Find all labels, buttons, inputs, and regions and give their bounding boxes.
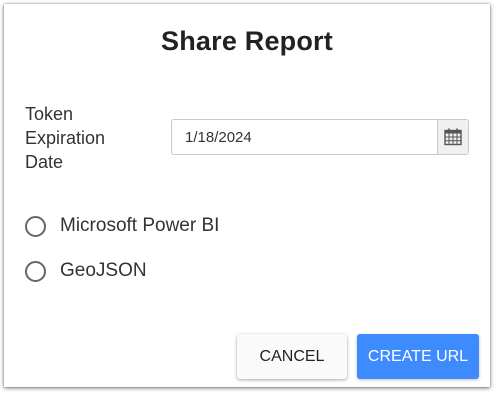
- calendar-button[interactable]: [437, 120, 468, 154]
- radio-label-power-bi: Microsoft Power BI: [60, 215, 220, 236]
- label-line-3: Date: [25, 152, 64, 172]
- dialog-title: Share Report: [161, 26, 333, 56]
- format-option-power-bi[interactable]: Microsoft Power BI: [25, 213, 219, 239]
- radio-geojson[interactable]: [25, 260, 46, 282]
- radio-label-geojson: GeoJSON: [60, 260, 147, 281]
- expiration-date-input[interactable]: [172, 120, 438, 154]
- label-line-1: Token: [25, 104, 74, 124]
- create-url-button[interactable]: CREATE URL: [357, 334, 479, 379]
- radio-power-bi[interactable]: [25, 215, 46, 237]
- calendar-icon: [444, 128, 462, 146]
- label-line-2: Expiration: [25, 128, 106, 148]
- share-report-dialog: Share Report Token Expiration Date Micro…: [4, 4, 490, 387]
- format-option-geojson[interactable]: GeoJSON: [25, 258, 147, 284]
- expiration-date-picker: [171, 119, 469, 155]
- token-expiration-label: Token Expiration Date: [25, 102, 135, 174]
- cancel-button[interactable]: CANCEL: [237, 334, 347, 379]
